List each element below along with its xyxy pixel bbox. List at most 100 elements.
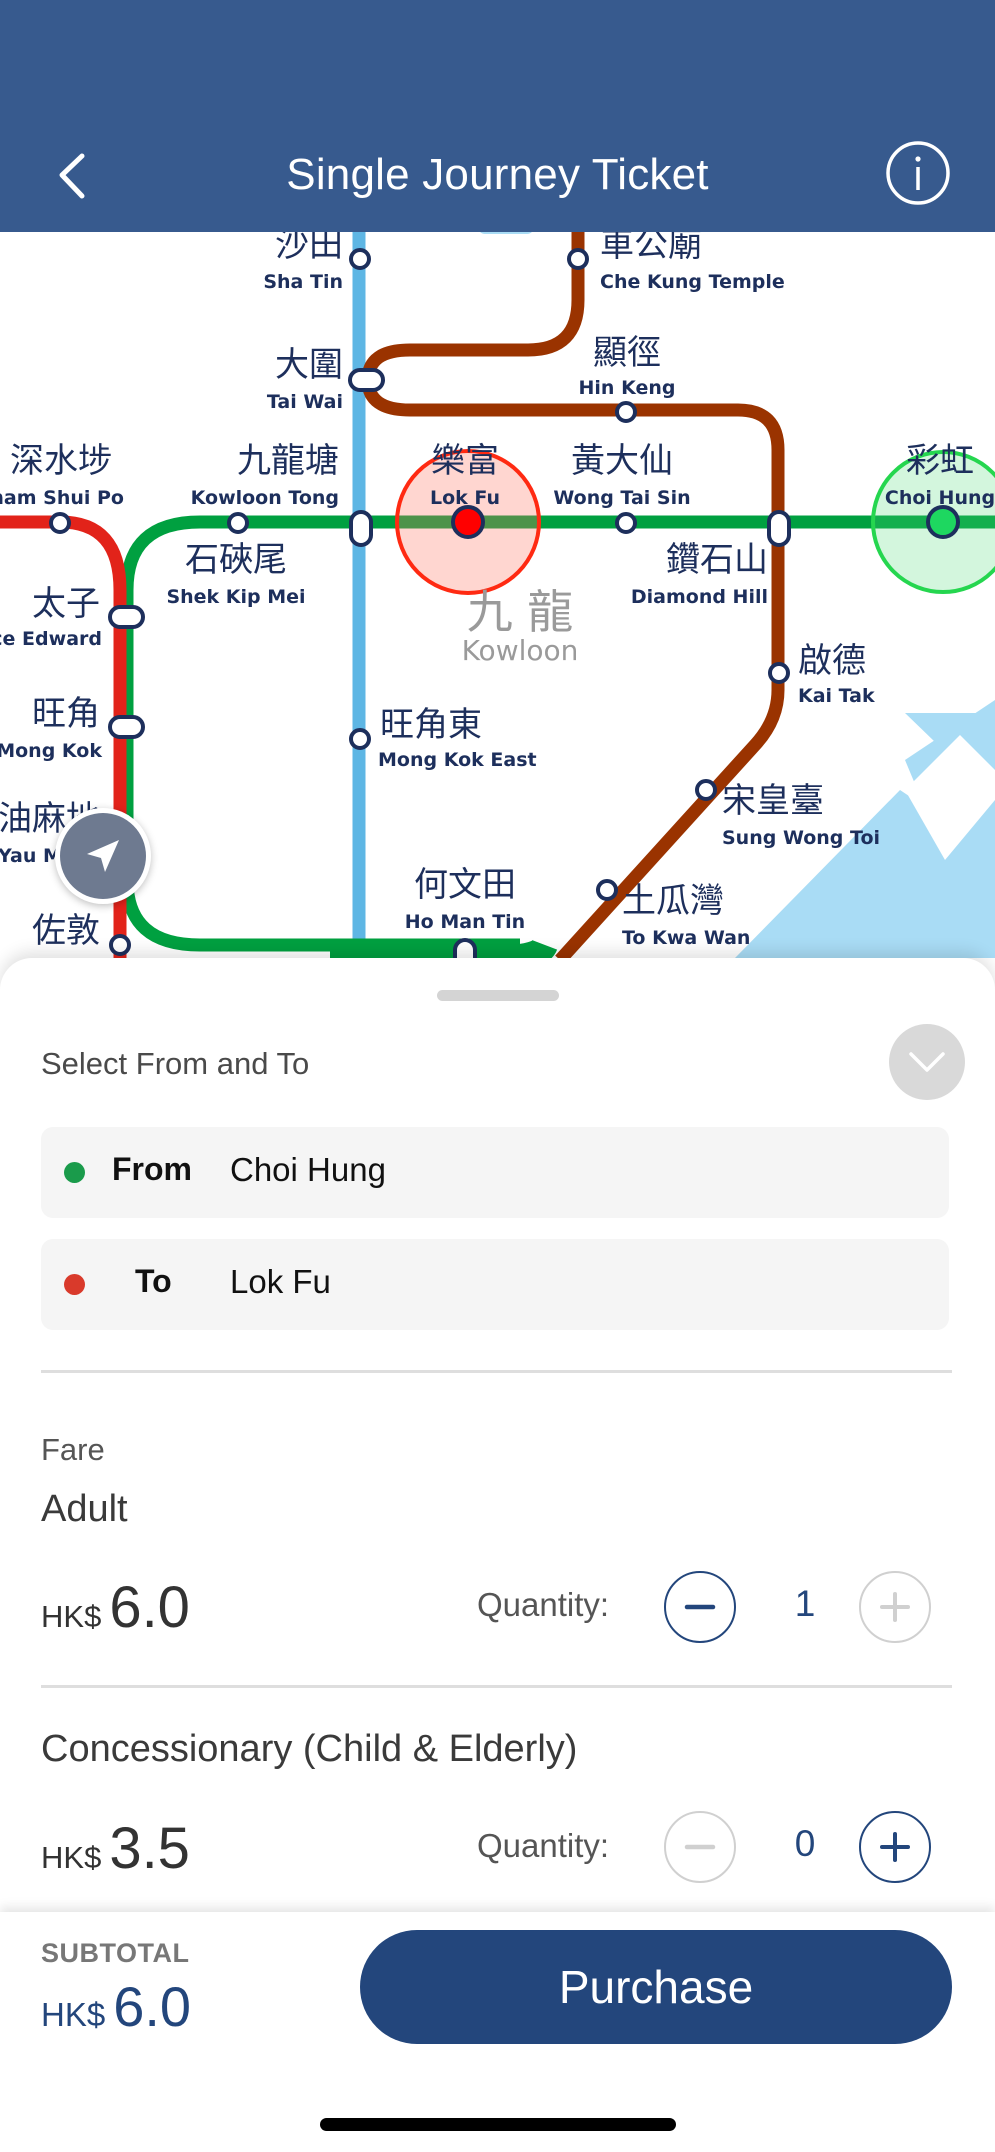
label-en: Mong Kok East — [378, 749, 537, 771]
station-sham-shui-po — [49, 512, 71, 534]
info-circle-icon — [886, 141, 950, 205]
label-en: Sha Tin — [263, 271, 343, 293]
label-zh: 樂富 — [431, 441, 499, 481]
to-station-field[interactable]: To Lok Fu — [41, 1239, 949, 1330]
district-label-en: Kowloon — [462, 634, 579, 667]
label-zh: 大圍 — [275, 345, 343, 385]
label-zh: 顯徑 — [593, 333, 661, 373]
fare-label: Fare — [41, 1432, 105, 1467]
quantity-label: Quantity: — [477, 1827, 610, 1864]
fare-category-concessionary: Concessionary (Child & Elderly) — [41, 1728, 578, 1770]
price-amount: 6.0 — [109, 1575, 190, 1640]
station-lok-fu — [451, 505, 485, 539]
label-zh: 旺角 — [32, 694, 100, 734]
kwun-tong-line-end — [330, 938, 558, 971]
label-en: Mong Kok — [0, 740, 102, 762]
station-kowloon-tong — [349, 510, 373, 547]
label-en: Sung Wong Toi — [722, 827, 880, 849]
label-en: Che Kung Temple — [600, 271, 785, 293]
destination-dot-icon — [64, 1274, 85, 1295]
label-zh: 黃大仙 — [571, 441, 673, 481]
purchase-button[interactable]: Purchase — [360, 1930, 952, 2044]
station-jordan — [109, 934, 131, 956]
divider — [41, 1370, 952, 1373]
label-en: Diamond Hill — [631, 586, 768, 608]
currency-label: HK$ — [41, 1599, 102, 1634]
to-value: Lok Fu — [230, 1263, 331, 1300]
station-to-kwa-wan — [596, 879, 618, 901]
district-label-zh: 九 龍 — [467, 585, 574, 639]
origin-dot-icon — [64, 1162, 85, 1183]
station-mong-kok — [108, 715, 145, 739]
label-zh: 深水埗 — [10, 441, 112, 481]
minus-icon — [684, 1604, 716, 1610]
label-zh: 石硤尾 — [185, 540, 287, 580]
station-kai-tak — [768, 662, 790, 684]
label-zh: 旺角東 — [380, 705, 482, 745]
label-en: Tai Wai — [267, 391, 343, 413]
location-arrow-icon — [87, 840, 119, 872]
station-sha-tin — [349, 248, 371, 270]
price-amount: 3.5 — [109, 1816, 190, 1881]
subtotal-amount: 6.0 — [113, 1975, 192, 2038]
water-area-top — [480, 232, 532, 234]
collapse-button[interactable] — [889, 1024, 965, 1100]
station-sung-wong-toi — [695, 779, 717, 801]
selector-title: Select From and To — [41, 1046, 310, 1081]
label-zh: 土瓜灣 — [622, 881, 724, 921]
label-en: Yau M — [0, 845, 62, 867]
label-en: To Kwa Wan — [622, 927, 750, 949]
label-zh: 九龍塘 — [237, 441, 339, 481]
page-title: Single Journey Ticket — [286, 150, 709, 199]
ticket-bottom-sheet: Select From and To From Choi Hung To Lok… — [0, 958, 995, 1918]
currency-label: HK$ — [41, 1840, 102, 1875]
quantity-label: Quantity: — [477, 1586, 610, 1623]
label-zh: 車公廟 — [600, 232, 702, 265]
station-hin-keng — [615, 401, 637, 423]
subtotal-label: SUBTOTAL — [41, 1938, 190, 1968]
divider — [41, 1685, 952, 1688]
minus-icon — [684, 1844, 716, 1850]
station-wong-tai-sin — [615, 512, 637, 534]
app-header: Single Journey Ticket — [0, 0, 995, 232]
adult-price: HK$ 6.0 — [41, 1574, 190, 1641]
concessionary-decrement-button[interactable] — [664, 1811, 736, 1883]
fare-category-adult: Adult — [41, 1488, 128, 1530]
label-en: Choi Hung — [885, 487, 995, 509]
concessionary-price: HK$ 3.5 — [41, 1815, 190, 1882]
label-zh: 鑽石山 — [666, 540, 768, 580]
label-en: Sham Shui Po — [0, 487, 124, 509]
label-en: Shek Kip Mei — [166, 586, 305, 608]
label-zh: 彩虹 — [906, 441, 974, 481]
checkout-footer: SUBTOTAL HK$ 6.0 Purchase — [0, 1912, 995, 2152]
label-zh: 太子 — [32, 584, 100, 624]
concessionary-quantity: 0 — [794, 1823, 816, 1864]
plus-icon — [880, 1592, 910, 1622]
label-en: Lok Fu — [430, 487, 500, 509]
station-tai-wai — [348, 368, 385, 392]
from-label: From — [112, 1151, 192, 1187]
home-indicator — [320, 2118, 676, 2131]
locate-me-button[interactable] — [55, 808, 151, 904]
label-en: Hin Keng — [579, 377, 676, 399]
label-zh: 佐敦 — [32, 911, 100, 951]
locate-button-face — [60, 813, 146, 899]
station-mong-kok-east — [349, 728, 371, 750]
to-label: To — [135, 1263, 172, 1299]
station-diamond-hill — [767, 510, 791, 547]
station-che-kung-temple — [567, 248, 589, 270]
info-button[interactable] — [882, 140, 952, 210]
chevron-down-icon — [909, 1052, 945, 1072]
concessionary-increment-button[interactable] — [859, 1811, 931, 1883]
from-station-field[interactable]: From Choi Hung — [41, 1127, 949, 1218]
plus-icon — [880, 1832, 910, 1862]
adult-decrement-button[interactable] — [664, 1571, 736, 1643]
sheet-drag-handle[interactable] — [437, 990, 559, 1001]
adult-increment-button[interactable] — [859, 1571, 931, 1643]
subtotal-price: HK$ 6.0 — [41, 1974, 191, 2039]
label-en: Wong Tai Sin — [553, 487, 690, 509]
from-value: Choi Hung — [230, 1151, 386, 1188]
station-kowloon-tong-a — [227, 512, 249, 534]
label-zh: 沙田 — [275, 232, 343, 265]
station-choi-hung — [926, 505, 960, 539]
